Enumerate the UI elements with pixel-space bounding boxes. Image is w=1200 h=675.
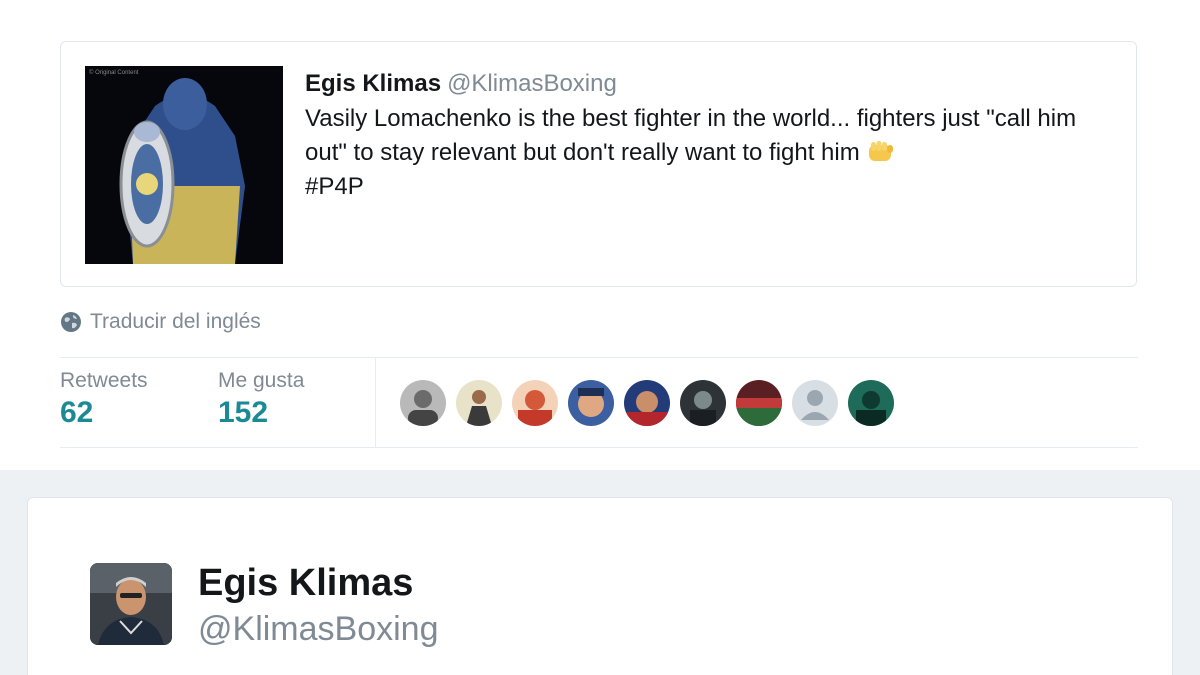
tweet-detail: © Original Content Egis Klimas @KlimasBox… [0, 0, 1200, 470]
likes-count: 152 [218, 396, 269, 429]
stats-divider-top [60, 357, 1138, 358]
hashtag-link[interactable]: #P4P [305, 173, 364, 200]
retweets-label: Retweets [60, 369, 148, 392]
quoted-tweet-image[interactable]: © Original Content [85, 66, 283, 264]
avatar[interactable] [512, 380, 558, 426]
image-caption: © Original Content [89, 70, 139, 76]
quoted-tweet-header: Egis Klimas @KlimasBoxing [305, 68, 1105, 100]
stats-divider-bottom [60, 447, 1138, 448]
retweets-count: 62 [60, 396, 94, 429]
quoted-author-handle[interactable]: @KlimasBoxing [447, 70, 617, 97]
likes-stat[interactable]: Me gusta 152 [218, 368, 304, 432]
fist-icon [869, 141, 894, 161]
profile-card: Egis Klimas @KlimasBoxing [27, 497, 1173, 675]
globe-icon [61, 312, 81, 332]
stats-divider-vertical [375, 358, 376, 447]
quoted-tweet-text-body: Vasily Lomachenko is the best fighter in… [305, 105, 1077, 166]
quoted-tweet-body: Egis Klimas @KlimasBoxing Vasily Lomachen… [305, 68, 1105, 204]
profile-name[interactable]: Egis Klimas [198, 560, 413, 606]
translate-link[interactable]: Traducir del inglés [60, 307, 261, 337]
quoted-author-name[interactable]: Egis Klimas [305, 70, 441, 97]
avatar[interactable] [456, 380, 502, 426]
quoted-tweet-text: Vasily Lomachenko is the best fighter in… [305, 102, 1105, 204]
avatar[interactable] [568, 380, 614, 426]
retweets-stat[interactable]: Retweets 62 [60, 368, 148, 432]
avatar[interactable] [848, 380, 894, 426]
profile-handle[interactable]: @KlimasBoxing [198, 608, 439, 650]
translate-label: Traducir del inglés [90, 310, 261, 333]
avatar[interactable] [90, 563, 172, 645]
avatar[interactable] [736, 380, 782, 426]
boxer-belt-image [85, 66, 283, 264]
avatar[interactable] [400, 380, 446, 426]
likes-label: Me gusta [218, 369, 305, 392]
avatar[interactable] [792, 380, 838, 426]
quoted-tweet-card[interactable]: © Original Content Egis Klimas @KlimasBox… [60, 41, 1137, 287]
avatar[interactable] [680, 380, 726, 426]
avatar[interactable] [624, 380, 670, 426]
